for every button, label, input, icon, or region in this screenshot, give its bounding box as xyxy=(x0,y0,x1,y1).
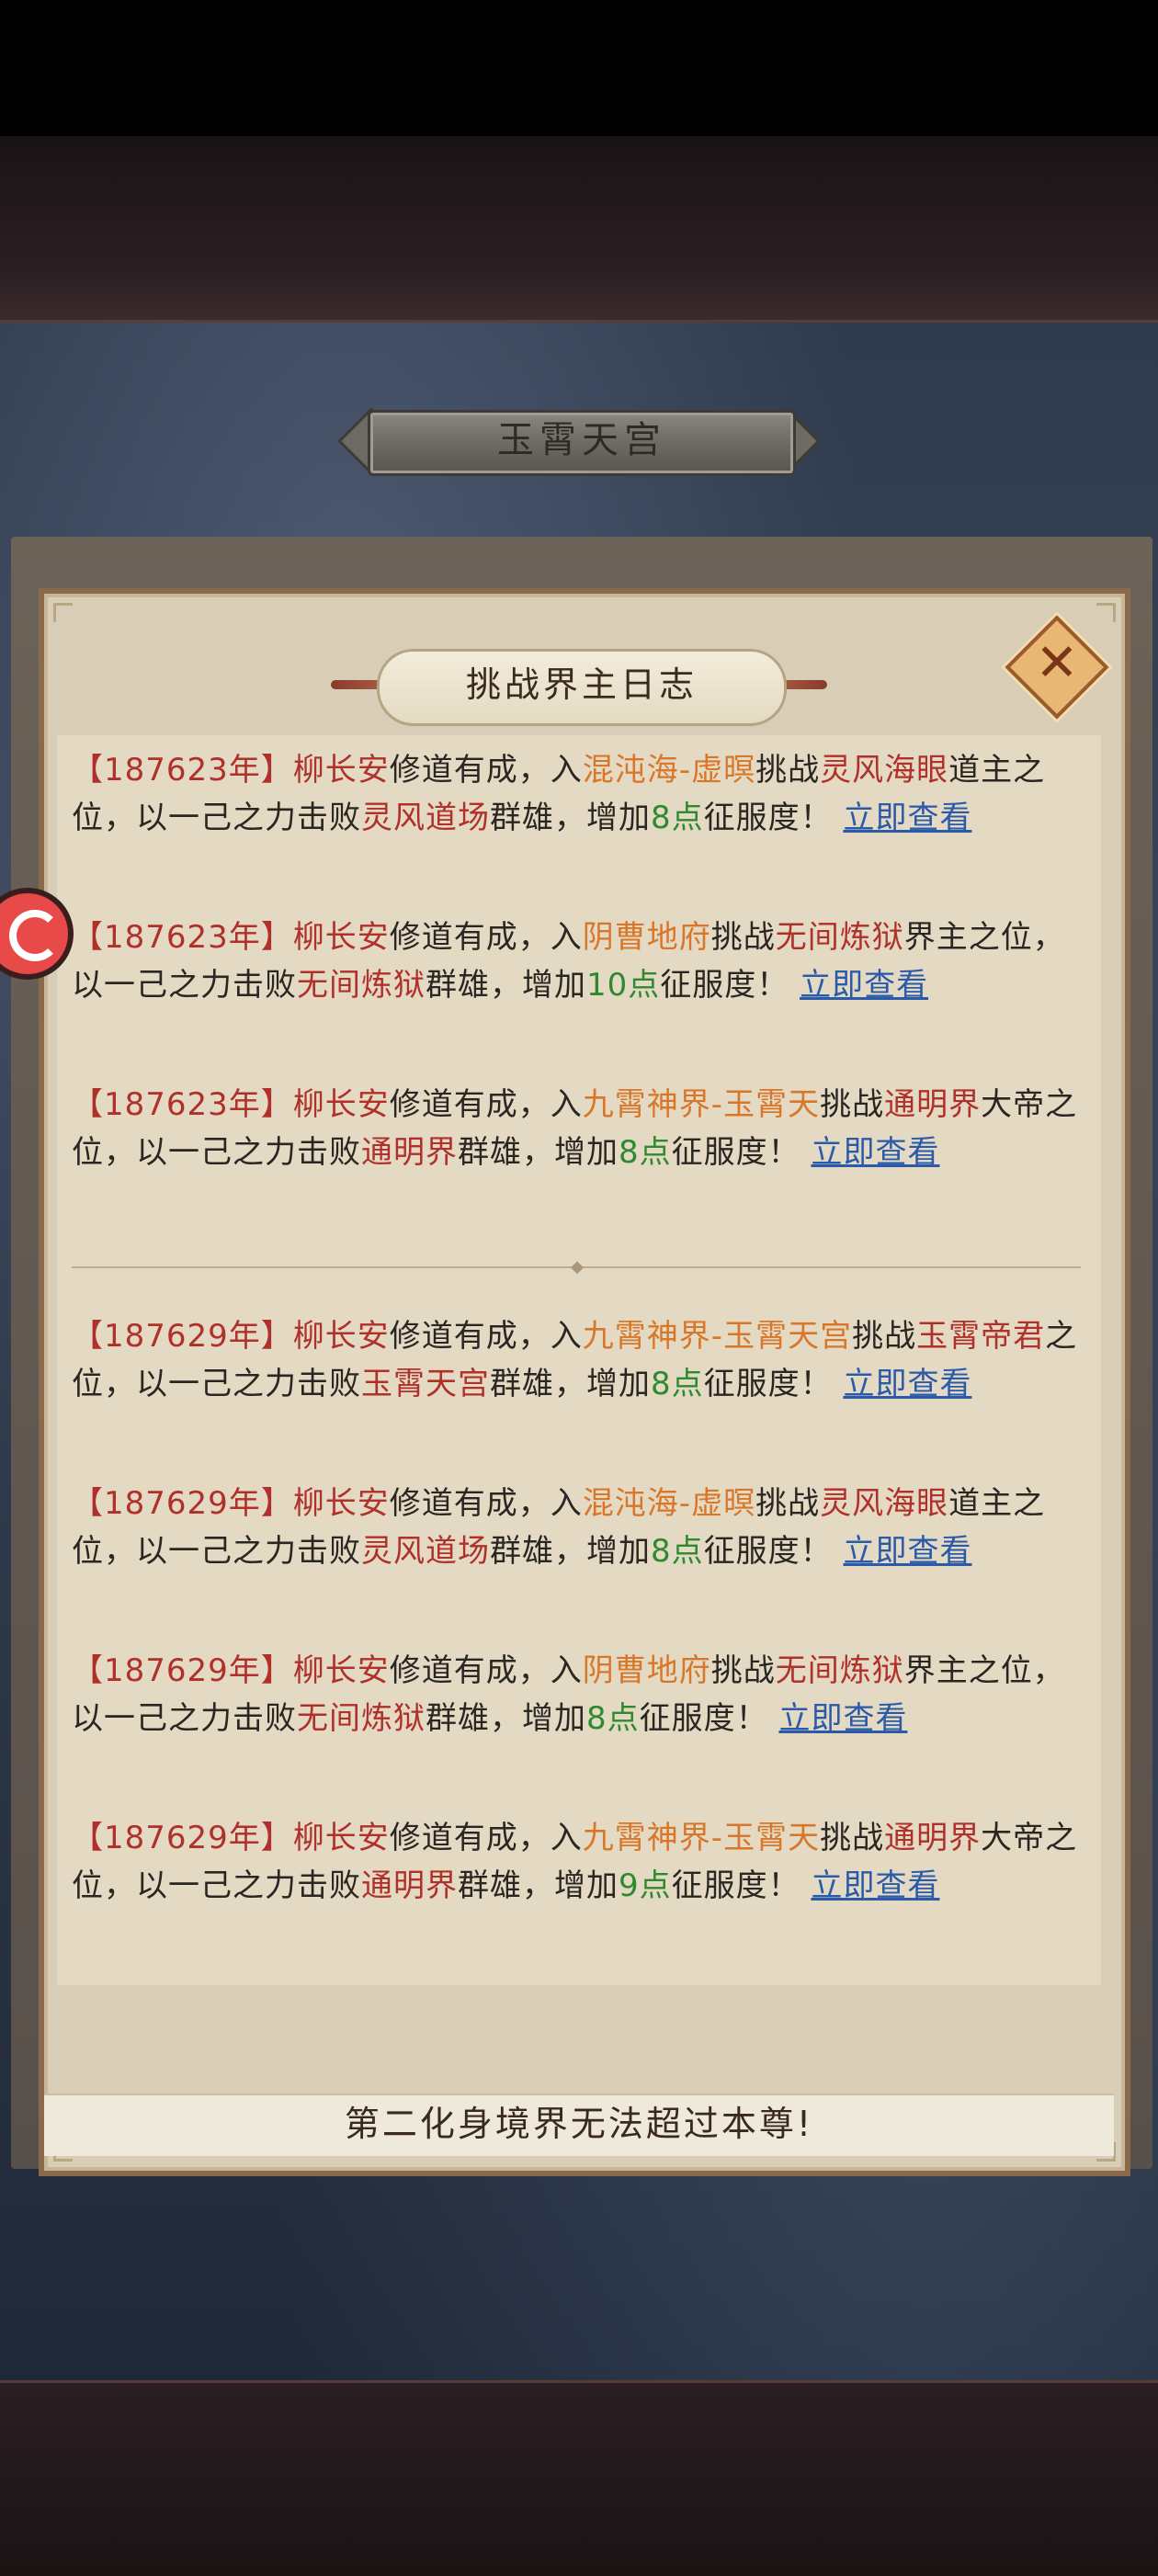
view-now-link[interactable]: 立即查看 xyxy=(843,1366,971,1402)
view-now-link[interactable]: 立即查看 xyxy=(811,1134,939,1171)
entry-defeated: 通明界 xyxy=(361,1134,458,1171)
close-x-icon: ✕ xyxy=(1035,633,1079,693)
entry-target: 无间炼狱 xyxy=(775,919,904,956)
entry-realm: 阴曹地府 xyxy=(582,919,711,956)
status-bar-area xyxy=(0,0,1158,136)
view-now-link[interactable]: 立即查看 xyxy=(800,967,928,1004)
view-now-link[interactable]: 立即查看 xyxy=(843,1533,971,1570)
entry-defeated: 灵风道场 xyxy=(361,1533,490,1570)
entry-player-name: 柳长安 xyxy=(292,1318,390,1355)
entry-player-name: 柳长安 xyxy=(292,752,390,789)
entry-year: 187629年 xyxy=(104,1820,261,1856)
log-entry: 【187629年】柳长安修道有成，入阴曹地府挑战无间炼狱界主之位，以一己之力击败… xyxy=(72,1652,1065,1737)
header-band xyxy=(0,136,1158,323)
entry-year: 187623年 xyxy=(104,1086,261,1123)
entry-player-name: 柳长安 xyxy=(292,919,390,956)
log-entry: 【187623年】柳长安修道有成，入九霄神界-玉霄天挑战通明界大帝之位，以一己之… xyxy=(72,1086,1078,1171)
entry-points: 10点 xyxy=(586,967,661,1004)
view-now-link[interactable]: 立即查看 xyxy=(843,800,971,836)
view-now-link[interactable]: 立即查看 xyxy=(778,1700,907,1737)
dialog-title-plaque: 挑战界主日志 xyxy=(331,649,827,726)
entry-points: 8点 xyxy=(651,1533,704,1570)
location-plaque: 玉霄天宫 xyxy=(331,406,827,476)
entry-player-name: 柳长安 xyxy=(292,1485,390,1522)
entry-points: 8点 xyxy=(651,800,704,836)
entry-defeated: 玉霄天宫 xyxy=(361,1366,490,1402)
entry-points: 8点 xyxy=(586,1700,640,1737)
view-now-link[interactable]: 立即查看 xyxy=(811,1867,939,1904)
entry-points: 9点 xyxy=(619,1867,672,1904)
entry-year: 187629年 xyxy=(104,1652,261,1689)
entry-player-name: 柳长安 xyxy=(292,1652,390,1689)
entry-realm: 混沌海-虚暝 xyxy=(582,752,756,789)
log-entry: 【187629年】柳长安修道有成，入混沌海-虚暝挑战灵风海眼道主之位，以一己之力… xyxy=(72,1485,1046,1570)
entry-points: 8点 xyxy=(651,1366,704,1402)
log-entry: 【187623年】柳长安修道有成，入阴曹地府挑战无间炼狱界主之位，以一己之力击败… xyxy=(72,919,1065,1004)
entry-realm: 九霄神界-玉霄天 xyxy=(582,1086,821,1123)
entry-defeated: 无间炼狱 xyxy=(297,967,426,1004)
entry-target: 灵风海眼 xyxy=(820,752,949,789)
entry-realm: 九霄神界-玉霄天 xyxy=(582,1820,821,1856)
entry-realm: 九霄神界-玉霄天宫 xyxy=(582,1318,853,1355)
log-entry: 【187629年】柳长安修道有成，入九霄神界-玉霄天宫挑战玉霄帝君之位，以一己之… xyxy=(72,1318,1078,1402)
entry-target: 通明界 xyxy=(884,1086,982,1123)
entry-target: 通明界 xyxy=(884,1820,982,1856)
entry-player-name: 柳长安 xyxy=(292,1086,390,1123)
assistant-icon xyxy=(9,910,61,961)
entry-year: 187623年 xyxy=(104,919,261,956)
entry-defeated: 通明界 xyxy=(361,1867,458,1904)
entry-realm: 阴曹地府 xyxy=(582,1652,711,1689)
entry-defeated: 无间炼狱 xyxy=(297,1700,426,1737)
entry-year: 187623年 xyxy=(104,752,261,789)
log-entry: 【187623年】柳长安修道有成，入混沌海-虚暝挑战灵风海眼道主之位，以一己之力… xyxy=(72,752,1046,836)
dialog-title: 挑战界主日志 xyxy=(465,664,698,705)
entry-defeated: 灵风道场 xyxy=(361,800,490,836)
log-entry: 【187629年】柳长安修道有成，入九霄神界-玉霄天挑战通明界大帝之位，以一己之… xyxy=(72,1820,1078,1904)
entry-year: 187629年 xyxy=(104,1318,261,1355)
entry-realm: 混沌海-虚暝 xyxy=(582,1485,756,1522)
hint-text: 第二化身境界无法超过本尊! xyxy=(344,2104,814,2144)
close-button[interactable]: ✕ xyxy=(1004,614,1109,720)
entry-points: 8点 xyxy=(619,1134,672,1171)
location-title: 玉霄天宫 xyxy=(497,419,666,461)
divider-ornament-icon: ◆ xyxy=(571,1257,584,1277)
entry-player-name: 柳长安 xyxy=(292,1820,390,1856)
entry-target: 玉霄帝君 xyxy=(916,1318,1046,1355)
entry-target: 无间炼狱 xyxy=(775,1652,904,1689)
footer-band xyxy=(0,2380,1158,2576)
entry-target: 灵风海眼 xyxy=(820,1485,949,1522)
entry-year: 187629年 xyxy=(104,1485,261,1522)
